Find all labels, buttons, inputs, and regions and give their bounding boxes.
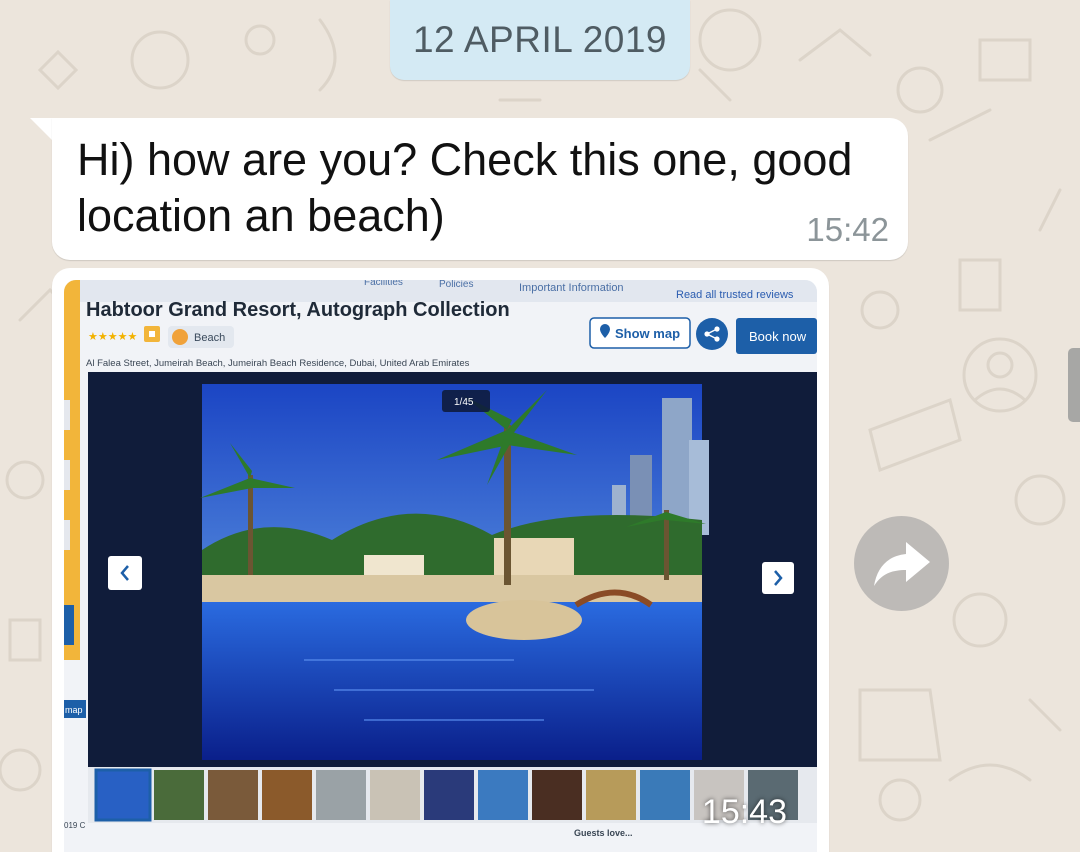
gallery-prev-button <box>108 556 142 590</box>
gallery-next-button <box>762 562 794 594</box>
shared-photo[interactable]: Facilities Policies Important Informatio… <box>64 280 817 852</box>
image-timestamp: 15:43 <box>701 793 787 831</box>
scroll-edge-handle[interactable] <box>1068 348 1080 422</box>
site-tab-policies: Policies <box>439 280 473 290</box>
site-bottom-left: 019 C <box>64 821 86 830</box>
date-chip: 12 APRIL 2019 <box>390 0 690 80</box>
hotel-stars: ★★★★★ <box>88 330 137 343</box>
show-map-label: Show map <box>615 326 680 341</box>
hotel-badge: Beach <box>194 332 225 344</box>
hotel-name: Habtoor Grand Resort, Autograph Collecti… <box>86 299 510 321</box>
forward-button[interactable] <box>854 516 949 611</box>
message-text: Hi) how are you? Check this one, good lo… <box>77 134 853 241</box>
message-bubble-text[interactable]: Hi) how are you? Check this one, good lo… <box>52 118 908 260</box>
site-tab-reviews: Read all trusted reviews <box>676 289 794 301</box>
site-side-tab-map: map <box>65 705 83 715</box>
site-guests-love: Guests love... <box>574 828 633 838</box>
hotel-address: Al Falea Street, Jumeirah Beach, Jumeira… <box>86 358 470 369</box>
thumbs-up-icon <box>149 331 155 337</box>
site-tab-important-info: Important Information <box>519 282 624 294</box>
book-now-label: Book now <box>749 329 807 344</box>
message-bubble-image[interactable]: Facilities Policies Important Informatio… <box>52 268 829 852</box>
forward-arrow-icon <box>873 541 930 586</box>
photo-counter: 1/45 <box>454 397 474 408</box>
message-timestamp: 15:42 <box>806 211 889 248</box>
site-tab-facilities: Facilities <box>364 280 403 288</box>
message-tail <box>30 118 52 140</box>
